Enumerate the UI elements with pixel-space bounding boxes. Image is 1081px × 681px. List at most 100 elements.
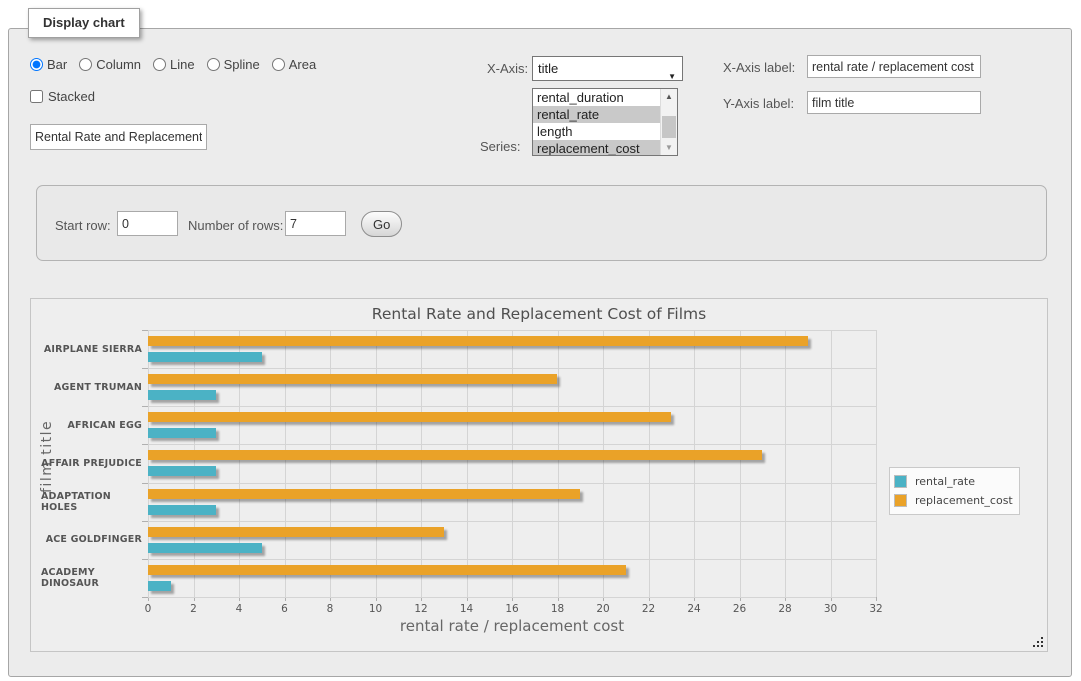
y-axis-label-input[interactable]	[807, 91, 981, 114]
series-scrollbar[interactable]: ▲ ▼	[660, 89, 677, 155]
y-tick-mark	[142, 406, 148, 407]
legend-row: rental_rate	[894, 472, 1013, 491]
stacked-checkbox-row: Stacked	[30, 89, 95, 104]
chart-type-label: Line	[170, 57, 195, 72]
grid-line	[148, 597, 876, 598]
y-category-label: ADAPTATION HOLES	[41, 483, 142, 521]
resize-grip-icon[interactable]	[1032, 636, 1044, 648]
start-row-input[interactable]	[117, 211, 178, 236]
y-tick-mark	[142, 483, 148, 484]
bar-replacement_cost	[148, 336, 808, 346]
bar-rental_rate	[148, 505, 216, 515]
grid-line	[512, 330, 513, 597]
chart-type-radio-area[interactable]	[272, 58, 285, 71]
grid-line	[148, 483, 876, 484]
stacked-checkbox[interactable]	[30, 90, 43, 103]
series-label: Series:	[480, 139, 520, 154]
y-category-label: AFFAIR PREJUDICE	[41, 444, 142, 482]
series-listbox[interactable]: rental_durationrental_ratelengthreplacem…	[532, 88, 678, 156]
chart-type-radio-column[interactable]	[79, 58, 92, 71]
x-tick-label: 4	[224, 603, 254, 615]
grid-line	[148, 406, 876, 407]
chart-type-option-bar[interactable]: Bar	[30, 57, 67, 72]
chart-type-option-column[interactable]: Column	[79, 57, 141, 72]
bar-rental_rate	[148, 543, 262, 553]
start-row-label: Start row:	[55, 218, 111, 233]
chart-type-option-line[interactable]: Line	[153, 57, 195, 72]
chart-title-input[interactable]	[30, 124, 207, 150]
legend-swatch-replacement_cost	[894, 494, 907, 507]
x-tick-label: 10	[361, 603, 391, 615]
grid-line	[148, 444, 876, 445]
x-axis-label: X-Axis:	[487, 61, 528, 76]
legend-label: replacement_cost	[915, 494, 1013, 507]
grid-line	[148, 330, 876, 331]
grid-line	[194, 330, 195, 597]
chart-container: Rental Rate and Replacement Cost of Film…	[30, 298, 1048, 652]
grid-line	[694, 330, 695, 597]
grid-line	[239, 330, 240, 597]
scrollbar-thumb[interactable]	[662, 116, 676, 138]
grid-line	[876, 330, 877, 597]
chart-type-label: Spline	[224, 57, 260, 72]
legend-label: rental_rate	[915, 475, 975, 488]
grid-line	[285, 330, 286, 597]
x-tick-label: 14	[452, 603, 482, 615]
bar-replacement_cost	[148, 527, 444, 537]
chevron-down-icon: ▼	[668, 65, 676, 88]
scroll-down-icon[interactable]: ▼	[661, 140, 677, 155]
bar-replacement_cost	[148, 412, 671, 422]
grid-line	[558, 330, 559, 597]
bar-replacement_cost	[148, 489, 580, 499]
grid-line	[330, 330, 331, 597]
bar-rental_rate	[148, 466, 216, 476]
x-axis-label-input[interactable]	[807, 55, 981, 78]
y-tick-mark	[142, 559, 148, 560]
series-option-length[interactable]: length	[533, 123, 660, 140]
grid-line	[785, 330, 786, 597]
series-option-rental_duration[interactable]: rental_duration	[533, 89, 660, 106]
series-option-replacement_cost[interactable]: replacement_cost	[533, 140, 660, 156]
y-tick-mark	[142, 368, 148, 369]
x-tick-label: 22	[634, 603, 664, 615]
chart-type-option-spline[interactable]: Spline	[207, 57, 260, 72]
x-tick-label: 32	[861, 603, 891, 615]
grid-line	[148, 368, 876, 369]
chart-type-radio-line[interactable]	[153, 58, 166, 71]
bar-rental_rate	[148, 390, 216, 400]
series-option-rental_rate[interactable]: rental_rate	[533, 106, 660, 123]
y-tick-mark	[142, 521, 148, 522]
grid-line	[376, 330, 377, 597]
y-category-label: ACADEMY DINOSAUR	[41, 559, 142, 597]
y-category-label: AIRPLANE SIERRA	[41, 330, 142, 368]
chart-title: Rental Rate and Replacement Cost of Film…	[31, 305, 1047, 323]
x-axis-select[interactable]: title ▼	[532, 56, 683, 81]
grid-line	[148, 330, 149, 597]
x-tick-label: 8	[315, 603, 345, 615]
y-axis-label-field-label: Y-Axis label:	[723, 96, 794, 111]
chart-type-label: Bar	[47, 57, 67, 72]
grid-line	[148, 559, 876, 560]
chart-type-radio-bar[interactable]	[30, 58, 43, 71]
grid-line	[740, 330, 741, 597]
x-tick-label: 0	[133, 603, 163, 615]
go-button[interactable]: Go	[361, 211, 402, 237]
panel-title: Display chart	[28, 8, 140, 38]
chart-type-label: Area	[289, 57, 316, 72]
x-tick-label: 18	[543, 603, 573, 615]
chart-legend: rental_rate replacement_cost	[889, 467, 1020, 515]
x-tick-label: 28	[770, 603, 800, 615]
scroll-up-icon[interactable]: ▲	[661, 89, 677, 104]
legend-row: replacement_cost	[894, 491, 1013, 510]
bar-rental_rate	[148, 428, 216, 438]
x-tick-label: 12	[406, 603, 436, 615]
bar-rental_rate	[148, 352, 262, 362]
x-tick-label: 6	[270, 603, 300, 615]
chart-type-label: Column	[96, 57, 141, 72]
chart-type-radio-spline[interactable]	[207, 58, 220, 71]
chart-type-option-area[interactable]: Area	[272, 57, 316, 72]
y-tick-mark	[142, 597, 148, 598]
grid-line	[421, 330, 422, 597]
grid-line	[649, 330, 650, 597]
num-rows-input[interactable]	[285, 211, 346, 236]
